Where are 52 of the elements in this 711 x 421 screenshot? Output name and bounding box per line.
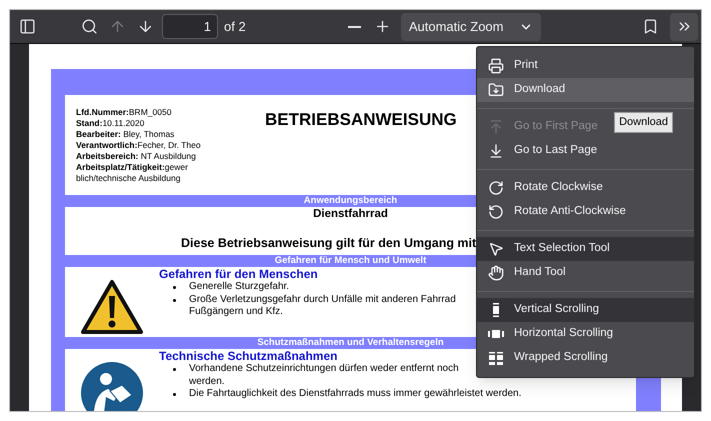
bullet-text: Die Fahrtauglichkeit des Dienstfahrrads muss immer gewährleistet werden. <box>189 388 522 400</box>
bullet-icon <box>172 298 176 302</box>
double-chevron-button[interactable] <box>670 12 698 40</box>
info-line: Lfd.Nummer:BRM_0050 <box>76 107 172 118</box>
menu-item[interactable]: Download <box>477 78 694 102</box>
section-heading: Schutzmaßnahmen und Verhaltensregeln <box>257 338 444 348</box>
subject-text: Dienstfahrrad <box>313 207 388 221</box>
tooltip: Download <box>614 112 673 132</box>
arrow-up-to-line-icon <box>488 119 504 135</box>
menu-item[interactable]: Rotate Anti-Clockwise <box>477 200 694 224</box>
info-line: Stand:10.11.2020 <box>76 118 146 129</box>
wrapped-scroll-icon <box>488 350 504 366</box>
section-heading: Gefahren für Mensch und Umwelt <box>274 256 426 266</box>
bullet-icon <box>172 368 176 371</box>
menu-item[interactable]: Go to Last Page <box>477 139 694 163</box>
bullet-text: Große Verletzungsgefahr durch Unfälle mit anderen Fahrrad <box>189 294 456 306</box>
section-heading: Anwendungsbereich <box>304 196 398 206</box>
bullet-text: werden. <box>189 376 226 388</box>
minus-icon <box>348 26 362 28</box>
page-number-field[interactable]: 1 <box>162 14 218 39</box>
rotate-clockwise-icon <box>488 180 504 196</box>
pointer-icon <box>488 241 504 257</box>
menu-item[interactable]: Text Selection Tool <box>477 237 694 261</box>
info-line: Arbeitsplatz/Tätigkeit:gewer blich/technische Ausbildung <box>76 162 189 184</box>
menu-item[interactable]: Print <box>477 54 694 78</box>
bullet-icon <box>172 286 176 289</box>
menu-item[interactable]: Vertical Scrolling <box>477 298 694 322</box>
bullet-text: Fußgängern und Kfz. <box>189 306 284 318</box>
document-title: BETRIEBSANWEISUNG <box>265 110 457 129</box>
menu-item[interactable]: Wrapped Scrolling <box>477 346 694 370</box>
sidebar-icon <box>18 18 36 35</box>
page-count: of 2 <box>224 18 246 36</box>
menu-item[interactable]: Horizontal Scrolling <box>477 322 694 346</box>
menu-item[interactable]: Rotate Clockwise <box>477 176 694 200</box>
info-line: Verantwortlich:Fecher, Dr. Theo <box>76 140 202 151</box>
rotate-counterclockwise-icon <box>488 204 504 220</box>
search-icon <box>80 18 98 35</box>
statement-text: Diese Betriebsanweisung gilt für den Umgang mit <box>181 236 476 250</box>
bullet-text: Vorhandene Schutzeinrichtungen dürfen weder entfernt noch <box>189 363 459 376</box>
info-line: Arbeitsbereich: NT Ausbildung <box>76 151 197 162</box>
menu-item[interactable]: Hand Tool <box>477 261 694 285</box>
section-subtitle: Technische Schutzmaßnahmen <box>159 349 338 363</box>
printer-icon <box>488 58 504 74</box>
bullet-text: Generelle Sturzgefahr. <box>189 281 290 294</box>
arrow-down-to-line-icon <box>488 143 504 159</box>
bullet-icon <box>172 393 176 396</box>
info-line: Bearbeiter: Bley, Thomas <box>76 129 176 140</box>
warning-sign-icon <box>80 279 144 335</box>
zoom-select[interactable]: Automatic Zoom <box>400 12 541 40</box>
hand-icon <box>488 265 504 281</box>
section-subtitle: Gefahren für den Menschen <box>159 267 318 281</box>
folder-download-icon <box>488 82 504 98</box>
